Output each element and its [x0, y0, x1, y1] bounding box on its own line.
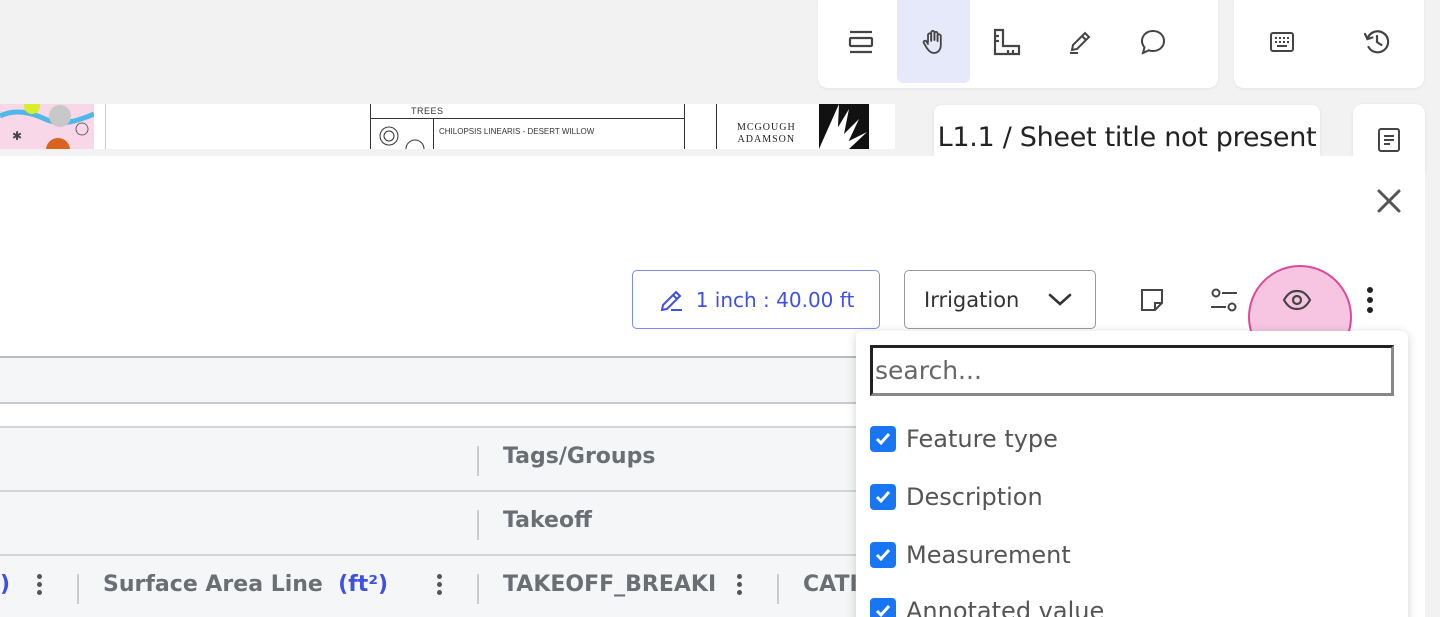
- checkbox-checked-icon[interactable]: [870, 542, 896, 568]
- takeoff-breakdown-column-header[interactable]: TAKEOFF_BREAKI: [503, 572, 716, 597]
- kebab-menu-icon: [1367, 287, 1373, 313]
- notes-button[interactable]: [1134, 282, 1170, 318]
- document-icon: [1378, 128, 1400, 152]
- history-button[interactable]: [1340, 0, 1413, 83]
- filter-settings-button[interactable]: [1206, 282, 1242, 318]
- tool-toolbar: [818, 0, 1218, 88]
- sliders-icon: [1211, 288, 1237, 312]
- chevron-down-icon: [1048, 293, 1072, 306]
- sticky-note-icon: [1141, 289, 1163, 311]
- measure-tool-button[interactable]: [970, 0, 1043, 83]
- drawing-canvas[interactable]: ✱ TREES CHILOPSIS LINEARIS - DESERT WILL…: [0, 104, 895, 149]
- more-options-button[interactable]: [1352, 282, 1388, 318]
- column-header-row: ) Surface Area Line (ft²) TAKEOFF_BREAKI…: [0, 556, 870, 617]
- eye-icon: [1282, 289, 1312, 311]
- column-visibility-button[interactable]: [1279, 282, 1315, 318]
- column-menu-icon[interactable]: [737, 574, 743, 598]
- checkbox-checked-icon[interactable]: [870, 598, 896, 617]
- hand-pan-icon: [922, 29, 942, 54]
- history-icon: [1363, 29, 1389, 53]
- ruler-measure-icon: [993, 28, 1020, 55]
- category-column-header[interactable]: CATI: [803, 572, 858, 597]
- keyboard-shortcuts-button[interactable]: [1245, 0, 1318, 83]
- pan-tool-button[interactable]: [897, 0, 970, 83]
- checkbox-checked-icon[interactable]: [870, 484, 896, 510]
- table-toolbar-row: [0, 356, 870, 404]
- drawing-border: [105, 104, 106, 149]
- column-unit-fragment: ): [0, 572, 11, 597]
- takeoff-header: Takeoff: [503, 508, 592, 533]
- secondary-toolbar: [1234, 0, 1424, 88]
- takeoff-header-row: Takeoff: [0, 492, 870, 556]
- draw-tool-button[interactable]: [1043, 0, 1116, 83]
- drawing-thumbnail: ✱: [0, 104, 94, 149]
- column-visibility-menu: search... Feature type Description Measu…: [856, 331, 1408, 617]
- close-icon: [1377, 189, 1401, 213]
- keyboard-icon: [1269, 31, 1294, 52]
- column-search-input[interactable]: search...: [870, 345, 1394, 396]
- option-measurement[interactable]: Measurement: [870, 541, 1071, 569]
- layer-value: Irrigation: [924, 287, 1020, 312]
- close-panel-button[interactable]: [1372, 184, 1406, 218]
- option-annotated-value[interactable]: Annotated value: [870, 597, 1104, 617]
- checkbox-checked-icon[interactable]: [870, 426, 896, 452]
- comment-tool-button[interactable]: [1116, 0, 1189, 83]
- scale-label: 1 inch : 40.00 ft: [695, 287, 855, 312]
- sheet-title: L1.1 / Sheet title not present: [937, 121, 1317, 153]
- firm-logo: MCGOUGH ADAMSON: [716, 104, 869, 149]
- column-menu-icon[interactable]: [37, 574, 43, 598]
- tags-groups-header: Tags/Groups: [503, 444, 656, 469]
- comment-bubble-icon: [1140, 29, 1165, 55]
- surface-area-column-header[interactable]: Surface Area Line (ft²): [103, 572, 388, 597]
- legend-item: CHILOPSIS LINEARIS - DESERT WILLOW: [439, 127, 595, 136]
- column-menu-icon[interactable]: [437, 574, 443, 598]
- svg-text:✱: ✱: [12, 129, 22, 143]
- select-tool-button[interactable]: [824, 0, 897, 83]
- legend-header: TREES: [411, 106, 444, 116]
- plant-legend: TREES CHILOPSIS LINEARIS - DESERT WILLOW: [370, 104, 685, 149]
- select-rows-icon: [848, 30, 873, 53]
- option-description[interactable]: Description: [870, 483, 1043, 511]
- group-header-row: Tags/Groups: [0, 426, 870, 492]
- pencil-icon: [660, 290, 682, 311]
- option-feature-type[interactable]: Feature type: [870, 425, 1058, 453]
- pencil-icon: [1069, 31, 1090, 54]
- layer-select[interactable]: Irrigation: [904, 270, 1096, 329]
- scale-button[interactable]: 1 inch : 40.00 ft: [632, 270, 880, 329]
